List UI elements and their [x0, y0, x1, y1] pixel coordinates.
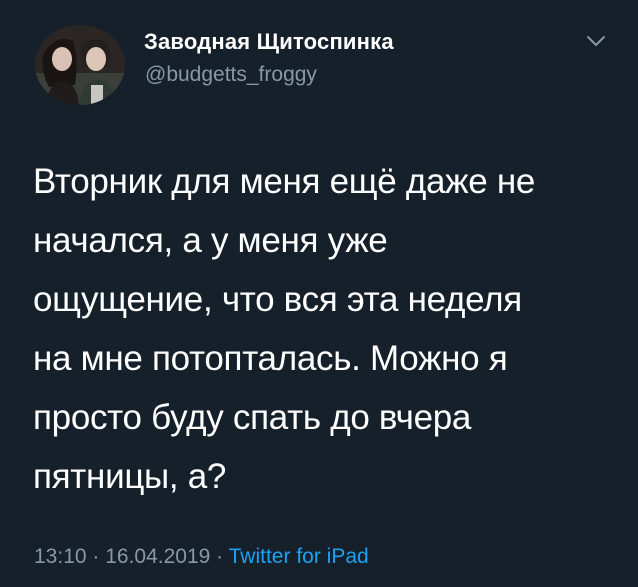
meta-separator: · — [210, 545, 229, 568]
avatar[interactable] — [35, 25, 125, 105]
tweet-date[interactable]: 16.04.2019 — [105, 545, 210, 568]
tweet-source-link[interactable]: Twitter for iPad — [229, 545, 369, 568]
avatar-photo — [35, 25, 125, 105]
user-handle[interactable]: @budgetts_froggy — [145, 63, 317, 87]
tweet-card: Заводная Щитоспинка @budgetts_froggy Вто… — [0, 0, 638, 587]
display-name[interactable]: Заводная Щитоспинка — [144, 29, 394, 55]
chevron-down-icon[interactable] — [585, 33, 607, 49]
tweet-time[interactable]: 13:10 — [34, 545, 87, 568]
tweet-text: Вторник для меня ещё даже не начался, а … — [33, 162, 536, 496]
tweet-meta: 13:10 · 16.04.2019 · Twitter for iPad — [34, 545, 369, 569]
meta-separator: · — [86, 545, 106, 568]
